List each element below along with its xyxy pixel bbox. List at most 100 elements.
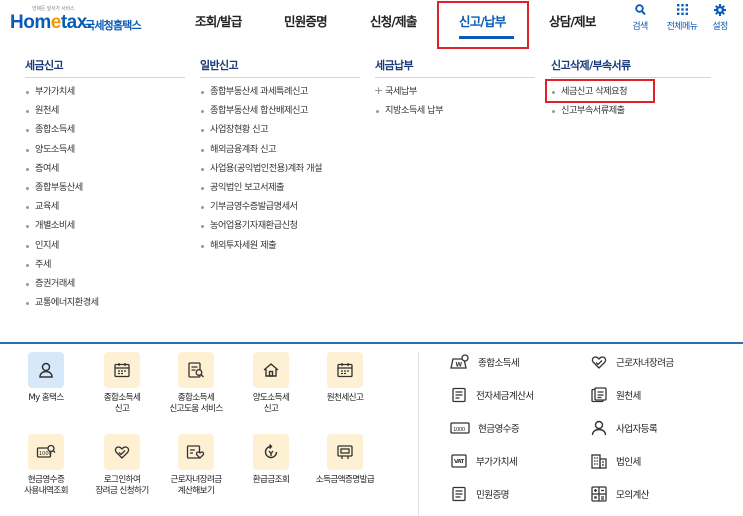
tile-refund-lookup[interactable]: 환급금조회 [231, 434, 311, 486]
menu-item[interactable]: 신고부속서류제출 [550, 104, 627, 123]
nav-item-consult[interactable]: 상담/제보 [549, 11, 596, 30]
quick-link-label: 법인세 [616, 457, 641, 468]
tile-incentive-calculator[interactable]: 근로자녀장려금 계산해보기 [156, 434, 236, 497]
quick-link-label: 현금영수증 [478, 424, 520, 435]
tile-label: 로그인하여 장려금 신청하기 [95, 475, 149, 496]
quick-link-corporate-tax[interactable]: 법인세 [590, 453, 641, 469]
menu-item[interactable]: 주세 [24, 258, 99, 277]
document-search-icon [178, 352, 214, 388]
search-button[interactable]: 검색 [620, 4, 660, 32]
tile-label: 현금영수증 사용내역조회 [24, 475, 68, 496]
tile-login-incentive-apply[interactable]: 로그인하여 장려금 신청하기 [82, 434, 162, 497]
tile-cash-receipt-history[interactable]: 1000 현금영수증 사용내역조회 [6, 434, 86, 497]
nav-item-lookup[interactable]: 조회/발급 [195, 11, 242, 30]
svg-text:VAT: VAT [454, 459, 465, 465]
menu-item[interactable]: 기부금영수증발급명세서 [199, 200, 322, 219]
person-outline-icon [591, 420, 607, 436]
quick-link-e-tax-invoice[interactable]: 전자세금계산서 [450, 387, 534, 403]
quick-link-label: 종합소득세 [478, 358, 520, 369]
menu-item[interactable]: 증권거래세 [24, 277, 99, 296]
column-divider [25, 77, 185, 78]
tile-income-tax-help[interactable]: 종합소득세 신고도움 서비스 [156, 352, 236, 415]
tile-label: 소득금액증명발급 [315, 475, 375, 485]
quick-link-label: 모의계산 [616, 490, 650, 501]
gear-icon [700, 4, 740, 18]
menu-item[interactable]: 부가가치세 [24, 85, 99, 104]
menu-item[interactable]: 원천세 [24, 104, 99, 123]
top-header: 언제든 앞서가 서비스 Hometax. 국세청홈택스 조회/발급 민원증명 신… [0, 0, 743, 49]
tile-label: 원천세신고 [326, 393, 364, 403]
menu-item[interactable]: 농어업용기자재환급신청 [199, 219, 322, 238]
tile-income-certificate[interactable]: 소득금액증명발급 [305, 434, 385, 486]
logo-slogan: 언제든 앞서가 서비스 [32, 6, 75, 12]
tax-bag-icon: W [450, 354, 469, 369]
menu-column-title-general-filing: 일반신고 [200, 59, 239, 72]
tile-label: 종합소득세 신고도움 서비스 [169, 393, 223, 414]
quick-link-mock-calculation[interactable]: 모의계산 [590, 486, 650, 502]
svg-text:W: W [456, 362, 463, 369]
logo-brand-korean: 국세청홈택스 [85, 19, 142, 32]
menu-list-general-filing: 종합부동산세 과세특례신고 종합부동산세 합산배제신고 사업장현황 신고 해외금… [199, 85, 322, 258]
quick-link-income-tax[interactable]: W 종합소득세 [450, 354, 520, 370]
calculator-icon [591, 486, 607, 502]
menu-item[interactable]: 인지세 [24, 239, 99, 258]
menu-item[interactable]: 종합부동산세 [24, 181, 99, 200]
quick-link-earned-child-incentive[interactable]: 근로자녀장려금 [590, 354, 674, 370]
quick-link-withholding-tax[interactable]: 원천세 [590, 387, 641, 403]
nav-item-certificates[interactable]: 민원증명 [284, 11, 328, 30]
menu-item[interactable]: 종합소득세 [24, 123, 99, 142]
tile-label: My 홈택스 [28, 393, 64, 403]
column-divider [200, 77, 360, 78]
settings-button[interactable]: 설정 [700, 4, 740, 32]
quick-link-cash-receipt[interactable]: 1000 현금영수증 [450, 420, 520, 436]
menu-item[interactable]: 공익법인 보고서제출 [199, 181, 322, 200]
vat-icon: VAT [451, 454, 467, 468]
tile-my-hometax[interactable]: My 홈택스 [6, 352, 86, 404]
menu-item[interactable]: 종합부동산세 합산배제신고 [199, 104, 322, 123]
menu-column-title-tax-payment: 세금납부 [375, 59, 414, 72]
house-icon [253, 352, 289, 388]
quick-link-business-registration[interactable]: 사업자등록 [590, 420, 658, 436]
certificate-icon [327, 434, 363, 470]
menu-item[interactable]: 해외투자세원 제출 [199, 239, 322, 258]
menu-item[interactable]: 교통에너지환경세 [24, 296, 99, 315]
menu-item[interactable]: 해외금융계좌 신고 [199, 143, 322, 162]
quick-link-label: 사업자등록 [616, 424, 658, 435]
settings-label: 설정 [712, 22, 728, 32]
search-label: 검색 [632, 22, 648, 32]
tile-income-tax-filing[interactable]: 종합소득세 신고 [82, 352, 162, 415]
quick-link-label: 전자세금계산서 [476, 391, 534, 402]
tile-withholding-tax[interactable]: 원천세신고 [305, 352, 385, 404]
menu-item[interactable]: 종합부동산세 과세특례신고 [199, 85, 322, 104]
menu-column-title-tax-filing: 세금신고 [25, 59, 64, 72]
tile-capital-gains-tax[interactable]: 양도소득세 신고 [231, 352, 311, 415]
calendar-icon [104, 352, 140, 388]
heart-document-icon [178, 434, 214, 470]
menu-item-expandable[interactable]: 국세납부 [374, 84, 443, 104]
quick-link-label: 부가가치세 [476, 457, 518, 468]
all-menu-label: 전체메뉴 [666, 22, 698, 32]
quick-link-label: 원천세 [616, 391, 641, 402]
refund-icon [253, 434, 289, 470]
menu-item[interactable]: 증여세 [24, 162, 99, 181]
tax-document-icon [591, 387, 607, 403]
grid-menu-icon [662, 4, 702, 18]
person-icon [28, 352, 64, 388]
all-menu-button[interactable]: 전체메뉴 [662, 4, 702, 32]
cash-receipt-icon: 1000 [450, 422, 470, 434]
heart-hand-icon [591, 356, 607, 369]
menu-item[interactable]: 양도소득세 [24, 143, 99, 162]
menu-item[interactable]: 개별소비세 [24, 219, 99, 238]
hometax-logo[interactable]: 언제든 앞서가 서비스 Hometax. 국세청홈택스 [8, 5, 148, 37]
nav-item-apply[interactable]: 신청/제출 [370, 11, 417, 30]
quick-link-vat[interactable]: VAT 부가가치세 [450, 453, 518, 469]
invoice-icon [452, 387, 466, 403]
menu-item[interactable]: 지방소득세 납부 [374, 104, 444, 123]
tile-label: 환급금조회 [252, 475, 290, 485]
menu-item[interactable]: 교육세 [24, 200, 99, 219]
menu-list-tax-filing: 부가가치세 원천세 종합소득세 양도소득세 증여세 종합부동산세 교육세 개별소… [24, 85, 99, 315]
menu-item[interactable]: 사업용(공익법인전용)계좌 개설 [199, 162, 322, 181]
quick-link-civil-certificate[interactable]: 민원증명 [450, 486, 510, 502]
logo-brand: Hometax. [10, 12, 92, 33]
menu-item[interactable]: 사업장현황 신고 [199, 123, 322, 142]
